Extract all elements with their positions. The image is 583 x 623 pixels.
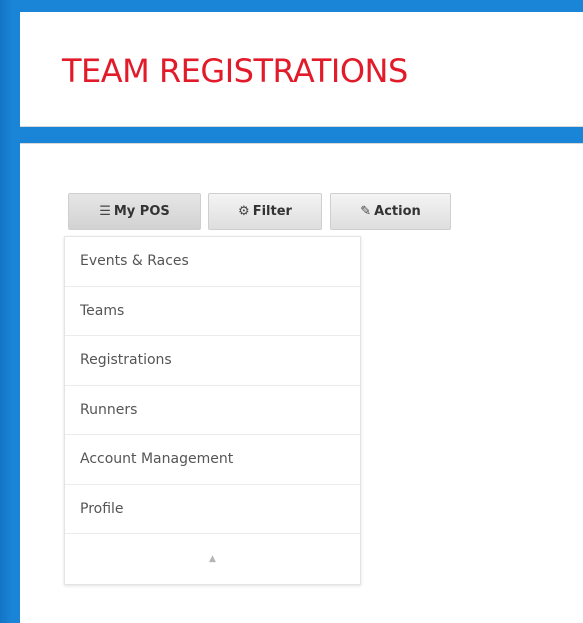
- menu-item-label: Events & Races: [80, 253, 189, 270]
- menu-item-label: Runners: [80, 401, 138, 418]
- my-pos-label: My POS: [113, 204, 170, 219]
- action-label: Action: [374, 204, 421, 219]
- menu-item-label: Registrations: [80, 352, 172, 369]
- my-pos-dropdown-menu: Events & Races Teams Registrations Runne…: [64, 236, 361, 585]
- filter-label: Filter: [252, 204, 292, 219]
- page-title: TEAM REGISTRATIONS: [62, 52, 408, 90]
- menu-item-label: Profile: [80, 500, 124, 517]
- app-background: TEAM REGISTRATIONS ☰ My POS ⚙ Filter ✎ A…: [0, 0, 583, 623]
- my-pos-button[interactable]: ☰ My POS: [68, 193, 201, 230]
- list-icon: ☰: [99, 204, 111, 219]
- action-button[interactable]: ✎ Action: [330, 193, 451, 230]
- menu-item-runners[interactable]: Runners: [65, 386, 360, 435]
- content-panel: ☰ My POS ⚙ Filter ✎ Action Events & Race…: [20, 143, 583, 623]
- menu-item-teams[interactable]: Teams: [65, 287, 360, 336]
- gear-icon: ⚙: [238, 204, 250, 219]
- menu-item-events-races[interactable]: Events & Races: [65, 237, 360, 287]
- menu-collapse-button[interactable]: ▲: [65, 534, 360, 584]
- menu-item-profile[interactable]: Profile: [65, 485, 360, 534]
- menu-item-account-management[interactable]: Account Management: [65, 435, 360, 485]
- pencil-icon: ✎: [360, 204, 372, 219]
- menu-item-label: Account Management: [80, 451, 234, 468]
- page-header: TEAM REGISTRATIONS: [20, 12, 583, 127]
- caret-up-icon: ▲: [209, 554, 216, 564]
- menu-item-registrations[interactable]: Registrations: [65, 336, 360, 386]
- menu-item-label: Teams: [80, 302, 125, 319]
- filter-button[interactable]: ⚙ Filter: [208, 193, 322, 230]
